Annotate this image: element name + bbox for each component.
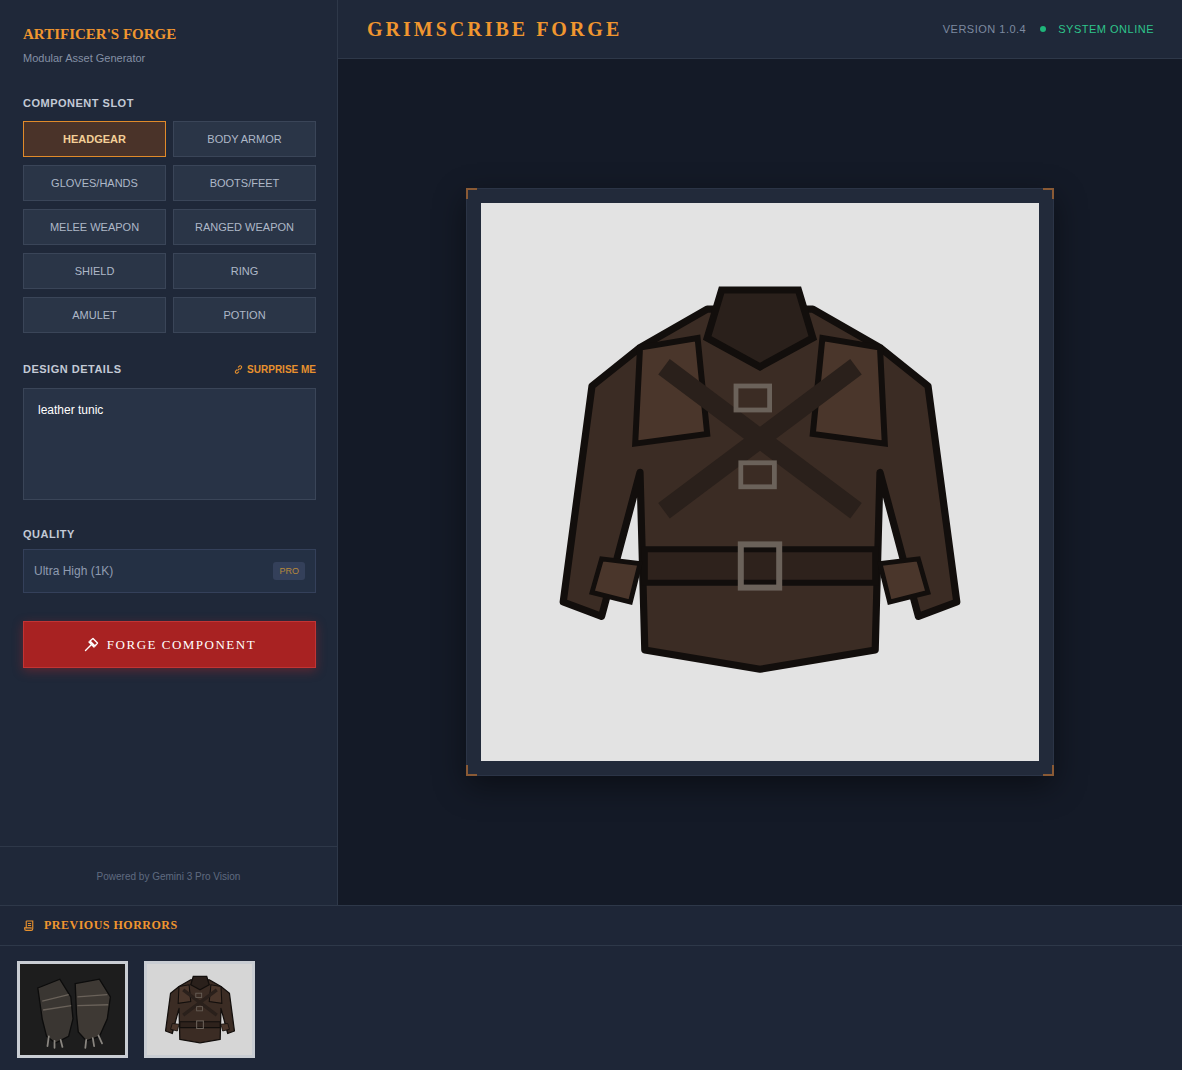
generated-image bbox=[481, 203, 1039, 761]
surprise-button[interactable]: SURPRISE ME bbox=[233, 364, 316, 375]
slot-button[interactable]: BOOTS/FEET bbox=[173, 165, 316, 201]
powered-by: Powered by Gemini 3 Pro Vision bbox=[97, 871, 241, 882]
forge-button[interactable]: FORGE COMPONENT bbox=[23, 621, 316, 668]
section-label: COMPONENT SLOT bbox=[23, 96, 316, 110]
slot-button[interactable]: AMULET bbox=[23, 297, 166, 333]
version-label: VERSION 1.0.4 bbox=[943, 23, 1027, 35]
design-details-input[interactable] bbox=[23, 388, 316, 500]
status-label: SYSTEM ONLINE bbox=[1058, 23, 1154, 35]
history-header: PREVIOUS HORRORS bbox=[0, 906, 1182, 946]
slot-button[interactable]: BODY ARMOR bbox=[173, 121, 316, 157]
app-subtitle: Modular Asset Generator bbox=[23, 50, 316, 66]
link-icon bbox=[233, 364, 244, 375]
slot-button[interactable]: HEADGEAR bbox=[23, 121, 166, 157]
slot-button[interactable]: RING bbox=[173, 253, 316, 289]
details-header: DESIGN DETAILS SURPRISE ME bbox=[23, 362, 316, 376]
preview-canvas bbox=[338, 59, 1182, 905]
sidebar: ARTIFICER'S FORGE Modular Asset Generato… bbox=[0, 0, 338, 905]
app-title: ARTIFICER'S FORGE bbox=[23, 24, 316, 44]
slot-grid: HEADGEARBODY ARMORGLOVES/HANDSBOOTS/FEET… bbox=[23, 121, 316, 333]
workspace: ARTIFICER'S FORGE Modular Asset Generato… bbox=[0, 0, 1182, 906]
gauntlets-image bbox=[29, 968, 117, 1052]
quality-value: Ultra High (1K) bbox=[34, 564, 113, 578]
frame-corner bbox=[1043, 188, 1054, 199]
history-title: PREVIOUS HORRORS bbox=[44, 918, 178, 933]
history-thumbnail[interactable] bbox=[144, 961, 255, 1058]
frame-corner bbox=[466, 765, 477, 776]
status-dot bbox=[1040, 26, 1046, 32]
image-frame bbox=[466, 188, 1054, 776]
main-panel: GRIMSCRIBE FORGE VERSION 1.0.4 SYSTEM ON… bbox=[338, 0, 1182, 905]
status-area: VERSION 1.0.4 SYSTEM ONLINE bbox=[943, 23, 1154, 35]
slot-button[interactable]: RANGED WEAPON bbox=[173, 209, 316, 245]
history-thumbnail[interactable] bbox=[17, 961, 128, 1058]
header-bar: GRIMSCRIBE FORGE VERSION 1.0.4 SYSTEM ON… bbox=[338, 0, 1182, 59]
app-window: ARTIFICER'S FORGE Modular Asset Generato… bbox=[0, 0, 1182, 1070]
tunic-image bbox=[520, 242, 1000, 722]
header-title: GRIMSCRIBE FORGE bbox=[367, 18, 622, 41]
section-label: QUALITY bbox=[23, 527, 316, 541]
pro-badge: PRO bbox=[273, 562, 305, 580]
section-label: DESIGN DETAILS bbox=[23, 362, 121, 376]
slot-button[interactable]: MELEE WEAPON bbox=[23, 209, 166, 245]
tunic-image bbox=[156, 968, 244, 1052]
scroll-icon bbox=[23, 919, 36, 932]
slot-button[interactable]: SHIELD bbox=[23, 253, 166, 289]
frame-corner bbox=[466, 188, 477, 199]
frame-corner bbox=[1043, 765, 1054, 776]
slot-button[interactable]: GLOVES/HANDS bbox=[23, 165, 166, 201]
slot-button[interactable]: POTION bbox=[173, 297, 316, 333]
sidebar-footer: Powered by Gemini 3 Pro Vision bbox=[0, 846, 337, 905]
quality-select[interactable]: Ultra High (1K) PRO bbox=[23, 549, 316, 593]
history-panel: PREVIOUS HORRORS bbox=[0, 906, 1182, 1070]
thumbnail-list bbox=[0, 946, 1182, 1070]
hammer-icon bbox=[83, 637, 99, 653]
